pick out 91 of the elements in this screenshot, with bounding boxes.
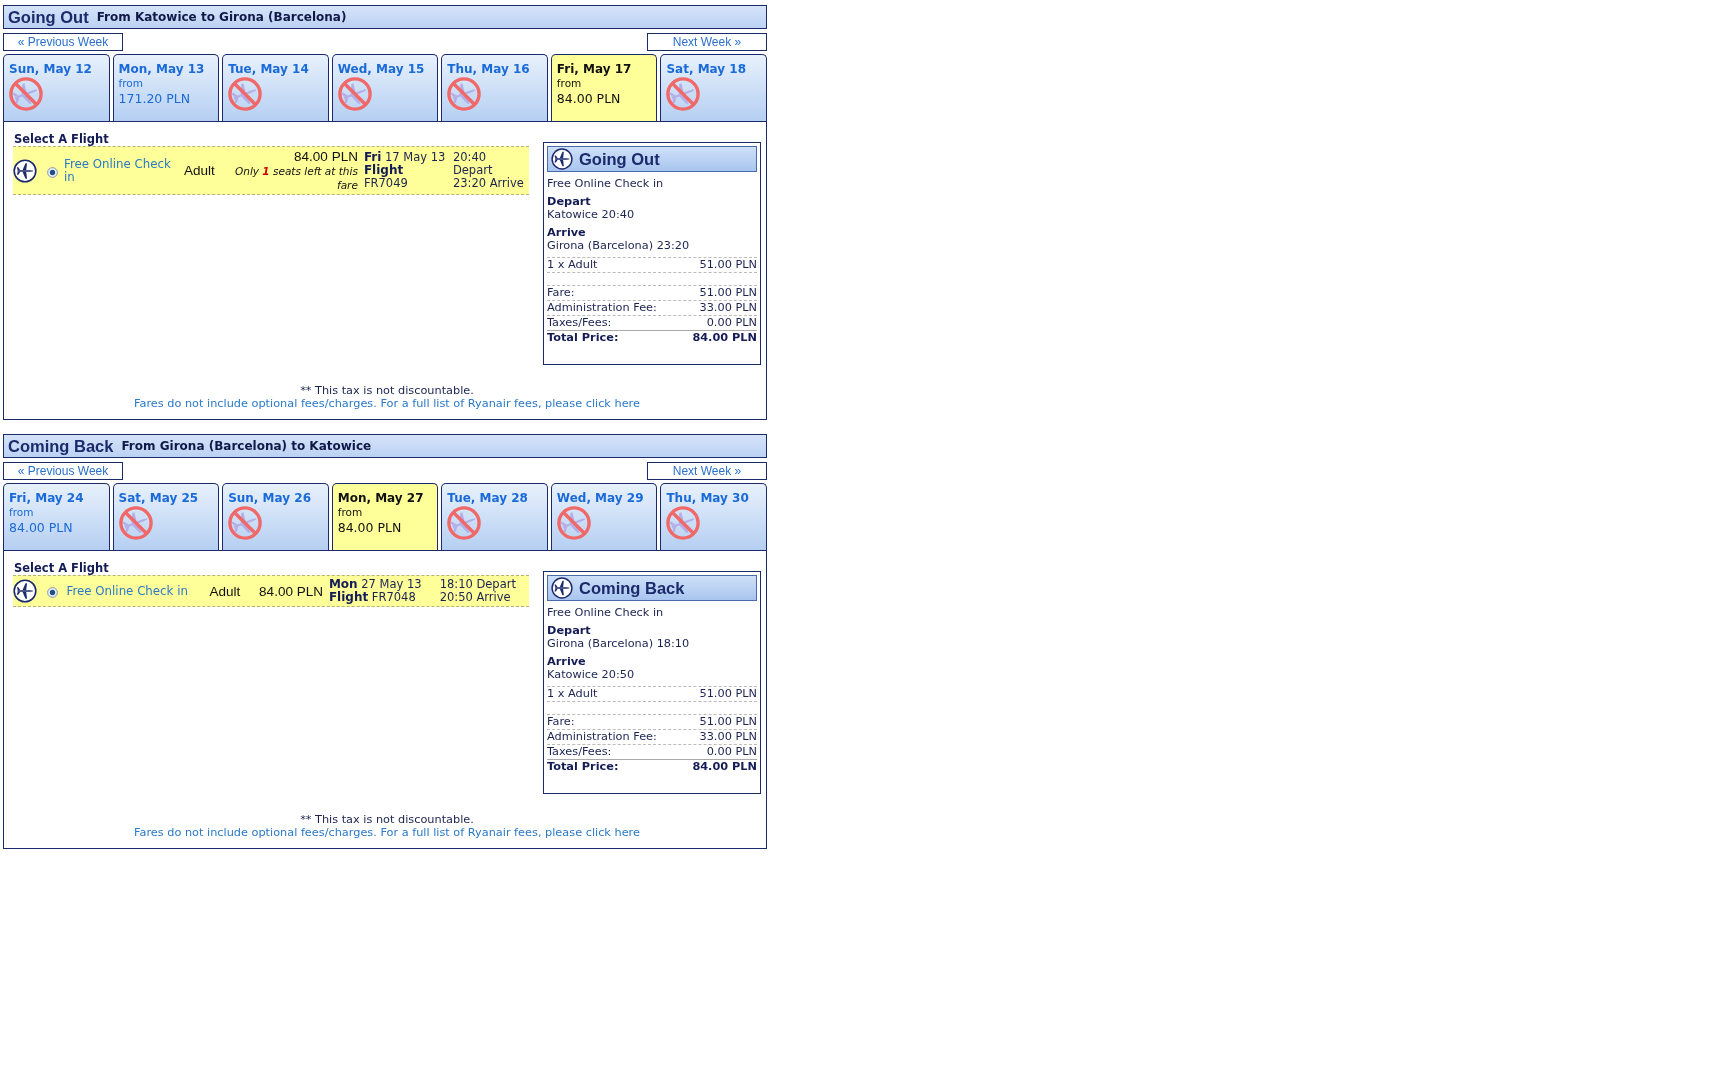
section-title: Coming Back bbox=[8, 436, 114, 456]
fees-link[interactable]: Fares do not include optional fees/charges. For a full list of Ryanair fees, please click here bbox=[134, 826, 640, 839]
summary-title: Coming Back bbox=[579, 578, 685, 598]
depart-time: 18:10 Depart bbox=[439, 578, 517, 591]
no-flights-icon bbox=[228, 506, 263, 540]
price-label: 1 x Adult bbox=[547, 258, 598, 272]
depart-time: 20:40 Depart bbox=[452, 151, 494, 177]
day-tab[interactable]: Sat, May 18 bbox=[660, 54, 767, 121]
checkin-text: Free Online Check in bbox=[547, 606, 665, 620]
price-amount: 51.00 PLN bbox=[699, 715, 757, 729]
flight-date: Fri 17 May 13 bbox=[363, 151, 447, 164]
price-label: 1 x Adult bbox=[547, 687, 598, 701]
price-label: Fare: bbox=[547, 715, 575, 729]
tax-note: ** This tax is not discountable. bbox=[299, 384, 475, 397]
tax-note: ** This tax is not discountable. bbox=[299, 813, 475, 826]
checkin-text: Free Online Check in bbox=[547, 177, 665, 191]
price-amount: 51.00 PLN bbox=[699, 286, 757, 300]
price-amount: 33.00 PLN bbox=[699, 301, 757, 315]
no-flights-icon bbox=[666, 506, 701, 540]
day-tab[interactable]: Tue, May 28 bbox=[441, 483, 548, 550]
depart-info: Girona (Barcelona) 18:10 bbox=[547, 637, 691, 651]
price-label: Administration Fee: bbox=[547, 301, 657, 315]
no-flights-icon bbox=[556, 506, 591, 540]
day-tab[interactable]: Mon, May 13 from 171.20 PLN bbox=[112, 54, 220, 121]
plane-icon bbox=[551, 577, 573, 599]
price-amount: 51.00 PLN bbox=[699, 687, 757, 701]
summary-title: Going Out bbox=[579, 149, 660, 169]
no-flights-icon bbox=[447, 77, 482, 111]
price-amount: 51.00 PLN bbox=[699, 258, 757, 272]
day-tab[interactable]: Fri, May 24 from 84.00 PLN bbox=[3, 483, 110, 550]
checkin-link[interactable]: Free Online Check in bbox=[64, 157, 178, 184]
plane-icon bbox=[13, 158, 37, 183]
day-tab[interactable]: Fri, May 17 from 84.00 PLN bbox=[550, 54, 658, 121]
price-label: Fare: bbox=[547, 286, 575, 300]
depart-label: Depart bbox=[547, 624, 592, 637]
fare-price: 84.00 PLN bbox=[258, 583, 323, 599]
arrive-label: Arrive bbox=[547, 655, 587, 668]
fare-price: 84.00 PLN bbox=[293, 149, 358, 164]
day-tab[interactable]: Thu, May 30 bbox=[660, 483, 767, 550]
price-amount: 0.00 PLN bbox=[706, 745, 757, 759]
day-tab[interactable]: Tue, May 14 bbox=[222, 54, 329, 121]
arrive-info: Girona (Barcelona) 23:20 bbox=[547, 239, 691, 253]
day-tab[interactable]: Sun, May 26 bbox=[222, 483, 329, 550]
no-flights-icon bbox=[118, 506, 153, 540]
passenger-type: Adult bbox=[209, 583, 241, 599]
section-title: Going Out bbox=[8, 7, 89, 27]
price-label: Total Price: bbox=[547, 760, 619, 774]
day-tab[interactable]: Wed, May 15 bbox=[331, 54, 439, 121]
arrive-time: 20:50 Arrive bbox=[439, 591, 511, 604]
day-tab[interactable]: Wed, May 29 bbox=[550, 483, 658, 550]
no-flights-icon bbox=[447, 506, 482, 540]
previous-week-button[interactable]: « Previous Week bbox=[3, 33, 123, 51]
arrive-info: Katowice 20:50 bbox=[547, 668, 636, 682]
next-week-button[interactable]: Next Week » bbox=[647, 462, 767, 480]
no-flights-icon bbox=[337, 77, 372, 111]
flight-number: Flight FR7048 bbox=[328, 591, 417, 604]
arrive-label: Arrive bbox=[547, 226, 587, 239]
day-tab[interactable]: Thu, May 16 bbox=[441, 54, 548, 121]
plane-icon bbox=[13, 579, 37, 603]
price-amount: 0.00 PLN bbox=[706, 316, 757, 330]
seats-note: Only 1 seats left at this fare bbox=[233, 164, 358, 192]
price-label: Taxes/Fees: bbox=[547, 316, 612, 330]
price-amount: 33.00 PLN bbox=[699, 730, 757, 744]
no-flights-icon bbox=[666, 77, 701, 111]
fare-radio[interactable] bbox=[47, 587, 58, 598]
flight-number: Flight FR7049 bbox=[363, 164, 408, 190]
price-amount: 84.00 PLN bbox=[692, 331, 757, 345]
arrive-time: 23:20 Arrive bbox=[452, 177, 525, 190]
next-week-button[interactable]: Next Week » bbox=[647, 33, 767, 51]
depart-label: Depart bbox=[547, 195, 592, 208]
select-flight-heading: Select A Flight bbox=[13, 132, 110, 146]
previous-week-button[interactable]: « Previous Week bbox=[3, 462, 123, 480]
price-amount: 84.00 PLN bbox=[692, 760, 757, 774]
price-label: Taxes/Fees: bbox=[547, 745, 612, 759]
day-tab[interactable]: Mon, May 27 from 84.00 PLN bbox=[331, 483, 439, 550]
route-text: From Katowice to Girona (Barcelona) bbox=[96, 10, 347, 24]
depart-info: Katowice 20:40 bbox=[547, 208, 636, 222]
day-tab[interactable]: Sat, May 25 bbox=[112, 483, 220, 550]
no-flights-icon bbox=[228, 77, 263, 111]
plane-icon bbox=[551, 148, 573, 170]
checkin-link[interactable]: Free Online Check in bbox=[66, 584, 204, 598]
price-label: Total Price: bbox=[547, 331, 619, 345]
fees-link[interactable]: Fares do not include optional fees/charges. For a full list of Ryanair fees, please click here bbox=[134, 397, 640, 410]
fare-radio[interactable] bbox=[47, 166, 58, 178]
day-tab[interactable]: Sun, May 12 bbox=[3, 54, 110, 121]
price-label: Administration Fee: bbox=[547, 730, 657, 744]
flight-date: Mon 27 May 13 bbox=[328, 578, 423, 591]
no-flights-icon bbox=[9, 77, 43, 111]
select-flight-heading: Select A Flight bbox=[13, 561, 110, 575]
passenger-type: Adult bbox=[184, 163, 215, 178]
route-text: From Girona (Barcelona) to Katowice bbox=[121, 439, 372, 453]
